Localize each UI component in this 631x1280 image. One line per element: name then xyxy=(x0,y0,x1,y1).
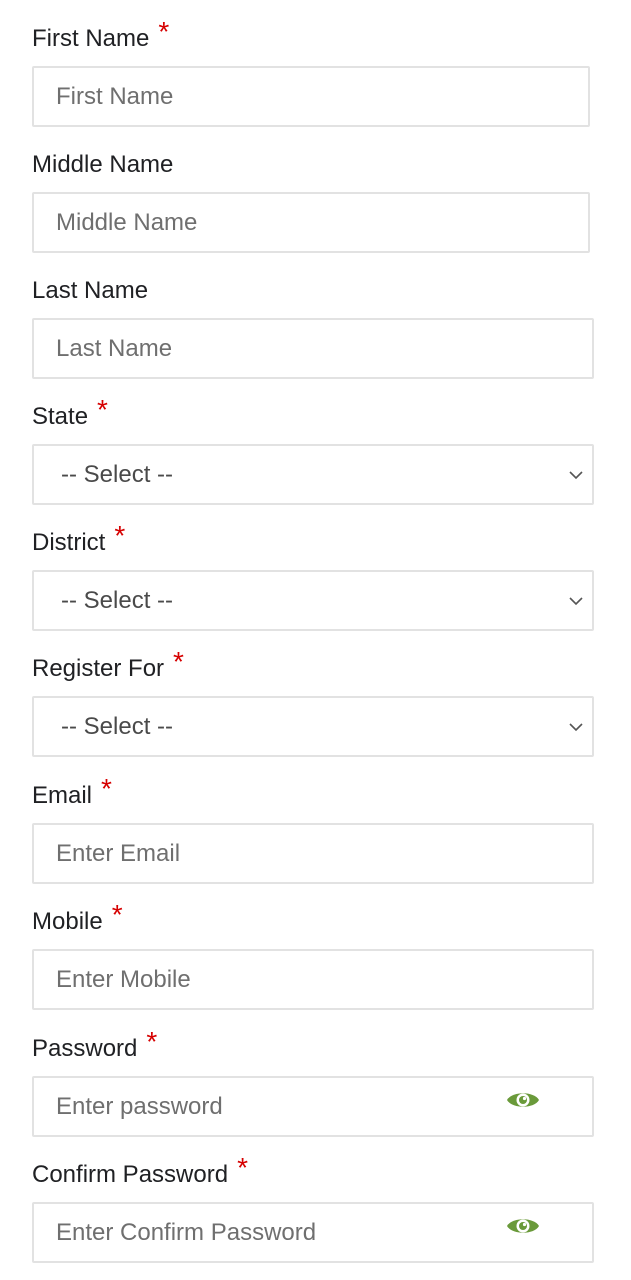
first-name-label: First Name * xyxy=(32,16,170,53)
email-field[interactable]: Enter Email xyxy=(32,823,594,884)
first-name-placeholder: First Name xyxy=(56,82,174,110)
last-name-placeholder: Last Name xyxy=(56,334,173,362)
required-mark: * xyxy=(97,394,108,425)
email-label: Email * xyxy=(32,773,112,810)
mobile-placeholder: Enter Mobile xyxy=(56,965,191,993)
middle-name-label: Middle Name xyxy=(32,151,174,178)
password-label: Password * xyxy=(32,1026,158,1063)
confirm-password-field[interactable]: Enter Confirm Password xyxy=(32,1202,594,1263)
password-placeholder: Enter password xyxy=(56,1092,223,1120)
last-name-label: Last Name xyxy=(32,277,149,304)
required-mark: * xyxy=(114,520,126,551)
district-selected-value: -- Select -- xyxy=(61,586,174,614)
required-mark: * xyxy=(173,646,184,677)
first-name-input[interactable]: First Name xyxy=(32,66,590,127)
middle-name-placeholder: Middle Name xyxy=(56,208,198,236)
confirm-password-label: Confirm Password * xyxy=(32,1152,248,1189)
register-for-select[interactable]: -- Select -- xyxy=(32,696,594,757)
state-selected-value: -- Select -- xyxy=(61,460,174,488)
required-mark: * xyxy=(158,16,170,47)
mobile-field[interactable]: Enter Mobile xyxy=(32,949,594,1010)
chevron-down-icon xyxy=(569,597,583,606)
last-name-input[interactable]: Last Name xyxy=(32,318,594,379)
email-placeholder: Enter Email xyxy=(56,839,181,867)
state-select[interactable]: -- Select -- xyxy=(32,444,594,505)
mobile-label: Mobile * xyxy=(32,899,123,936)
eye-icon[interactable] xyxy=(506,1088,540,1112)
required-mark: * xyxy=(237,1152,248,1183)
district-label: District * xyxy=(32,520,126,557)
required-mark: * xyxy=(146,1026,158,1057)
password-field[interactable]: Enter password xyxy=(32,1076,594,1137)
required-mark: * xyxy=(101,773,112,804)
state-label: State * xyxy=(32,394,108,431)
district-select[interactable]: -- Select -- xyxy=(32,570,594,631)
register-for-selected-value: -- Select -- xyxy=(61,712,174,740)
registration-form: First Name * First Name Middle Name Middl… xyxy=(0,0,631,1280)
register-for-label: Register For * xyxy=(32,646,184,683)
middle-name-input[interactable]: Middle Name xyxy=(32,192,590,253)
required-mark: * xyxy=(111,899,123,930)
eye-icon[interactable] xyxy=(506,1214,540,1238)
chevron-down-icon xyxy=(569,723,583,732)
chevron-down-icon xyxy=(569,471,583,480)
confirm-password-placeholder: Enter Confirm Password xyxy=(56,1218,317,1246)
